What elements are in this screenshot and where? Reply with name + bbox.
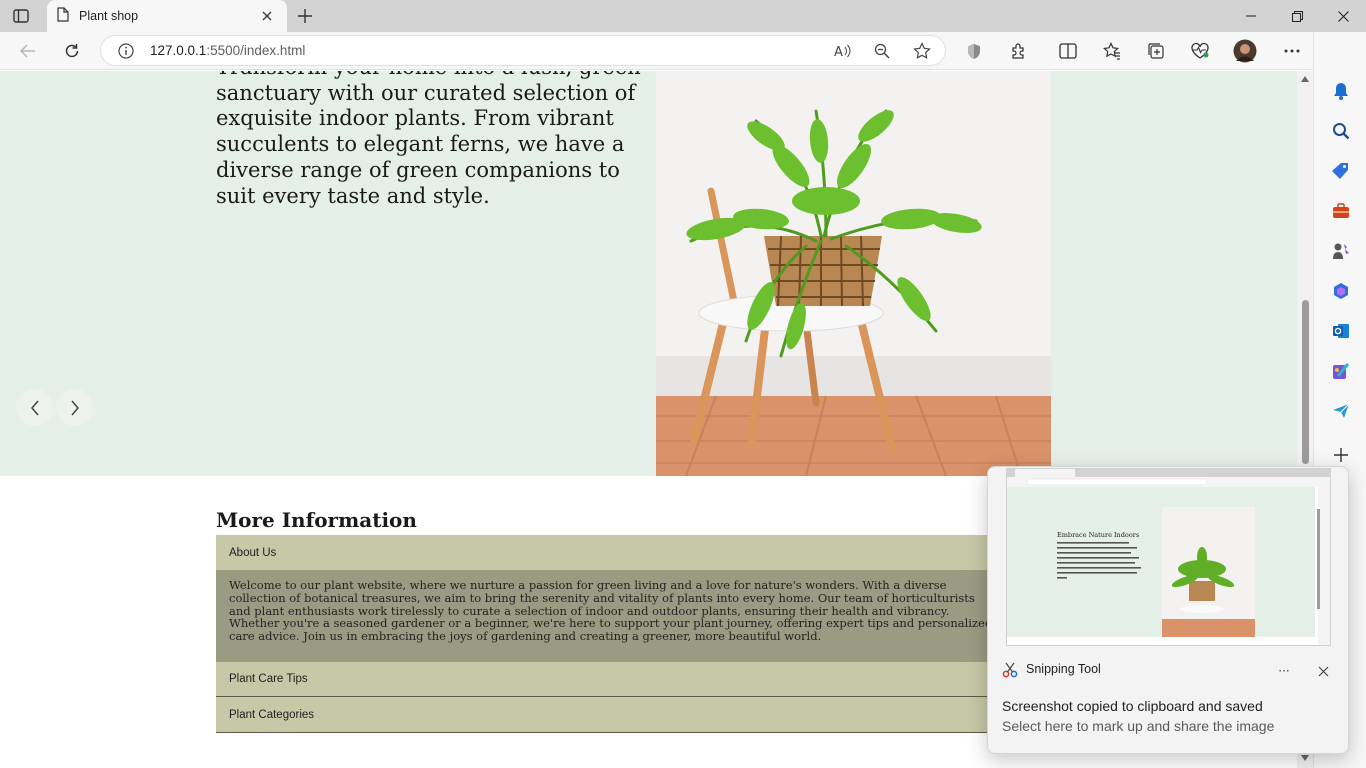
url-path: :5500/index.html — [206, 43, 306, 58]
favorite-star-icon[interactable] — [912, 41, 932, 61]
chevron-left-icon — [30, 400, 39, 415]
tracking-shield-icon[interactable] — [961, 38, 987, 64]
address-bar[interactable]: 127.0.0.1:5500/index.html A — [100, 35, 946, 66]
svg-text:A: A — [834, 45, 843, 59]
add-sidebar-item-icon[interactable] — [1330, 444, 1352, 466]
about-us-content: Welcome to our plant website, where we n… — [216, 570, 1006, 662]
notification-more-options[interactable]: ··· — [1273, 660, 1295, 682]
split-screen-icon[interactable] — [1055, 38, 1081, 64]
accordion-plant-care-tips[interactable]: Plant Care Tips — [216, 662, 1006, 697]
restore-icon[interactable] — [1274, 0, 1320, 32]
carousel-next-button[interactable] — [56, 389, 93, 426]
chevron-right-icon — [70, 400, 79, 415]
minimize-icon[interactable] — [1228, 0, 1274, 32]
accordion-label: About Us — [229, 546, 277, 559]
scrollbar-thumb[interactable] — [1302, 300, 1309, 464]
url-text: 127.0.0.1:5500/index.html — [150, 43, 305, 58]
close-tab-icon[interactable] — [257, 6, 277, 26]
read-aloud-icon[interactable]: A — [833, 41, 853, 61]
close-window-icon[interactable] — [1320, 0, 1366, 32]
accordion-label: Plant Categories — [229, 708, 315, 721]
accordion-about-us[interactable]: About Us — [216, 535, 1006, 571]
notification-subtitle[interactable]: Select here to mark up and share the ima… — [1002, 718, 1274, 734]
new-tab-icon[interactable] — [294, 5, 316, 27]
extensions-icon[interactable] — [1006, 38, 1032, 64]
hero-section: Transform your home into a lush, green s… — [0, 71, 1297, 476]
search-icon[interactable] — [1330, 120, 1352, 142]
url-host: 127.0.0.1 — [150, 43, 207, 58]
accordion-plant-categories[interactable]: Plant Categories — [216, 697, 1006, 733]
more-information-heading: More Information — [216, 508, 417, 532]
notification-app-name: Snipping Tool — [1026, 662, 1101, 676]
refresh-icon[interactable] — [59, 38, 85, 64]
browser-toolbar: 127.0.0.1:5500/index.html A — [0, 32, 1366, 70]
tools-briefcase-icon[interactable] — [1330, 200, 1352, 222]
scroll-down-arrow-icon[interactable] — [1300, 754, 1310, 762]
fern-chair-image — [656, 71, 1051, 476]
tab-title: Plant shop — [79, 9, 139, 23]
performance-heart-icon[interactable] — [1187, 38, 1213, 64]
browser-tab[interactable]: Plant shop — [47, 0, 287, 32]
send-paper-plane-icon[interactable] — [1330, 400, 1352, 422]
zoom-out-icon[interactable] — [872, 41, 892, 61]
outlook-icon[interactable] — [1330, 320, 1352, 342]
settings-more-icon[interactable] — [1279, 38, 1305, 64]
notifications-bell-icon[interactable] — [1330, 80, 1352, 102]
favorites-icon[interactable] — [1099, 38, 1125, 64]
profile-avatar[interactable] — [1232, 38, 1258, 64]
designer-icon[interactable] — [1330, 360, 1352, 382]
accordion-label: Plant Care Tips — [229, 673, 308, 685]
close-icon[interactable] — [1312, 660, 1334, 682]
games-icon[interactable] — [1330, 240, 1352, 262]
collections-icon[interactable] — [1143, 38, 1169, 64]
snipping-tool-notification[interactable]: Embrace Nature Indoors Snipping Tool ···… — [987, 466, 1349, 754]
carousel-prev-button[interactable] — [16, 389, 53, 426]
scroll-up-arrow-icon[interactable] — [1300, 75, 1310, 83]
shopping-tag-icon[interactable] — [1330, 160, 1352, 182]
screenshot-thumbnail[interactable]: Embrace Nature Indoors — [1006, 468, 1331, 646]
back-icon[interactable] — [15, 38, 41, 64]
site-info-icon[interactable] — [116, 41, 136, 61]
notification-title: Screenshot copied to clipboard and saved — [1002, 698, 1263, 714]
snipping-tool-icon — [1002, 662, 1018, 682]
title-bar: Plant shop — [0, 0, 1366, 32]
tab-actions-icon[interactable] — [10, 7, 32, 25]
thumbnail-heading: Embrace Nature Indoors — [1057, 531, 1139, 539]
page-icon — [57, 6, 69, 26]
hero-description: Transform your home into a lush, green s… — [216, 71, 641, 208]
microsoft-365-icon[interactable] — [1330, 280, 1352, 302]
